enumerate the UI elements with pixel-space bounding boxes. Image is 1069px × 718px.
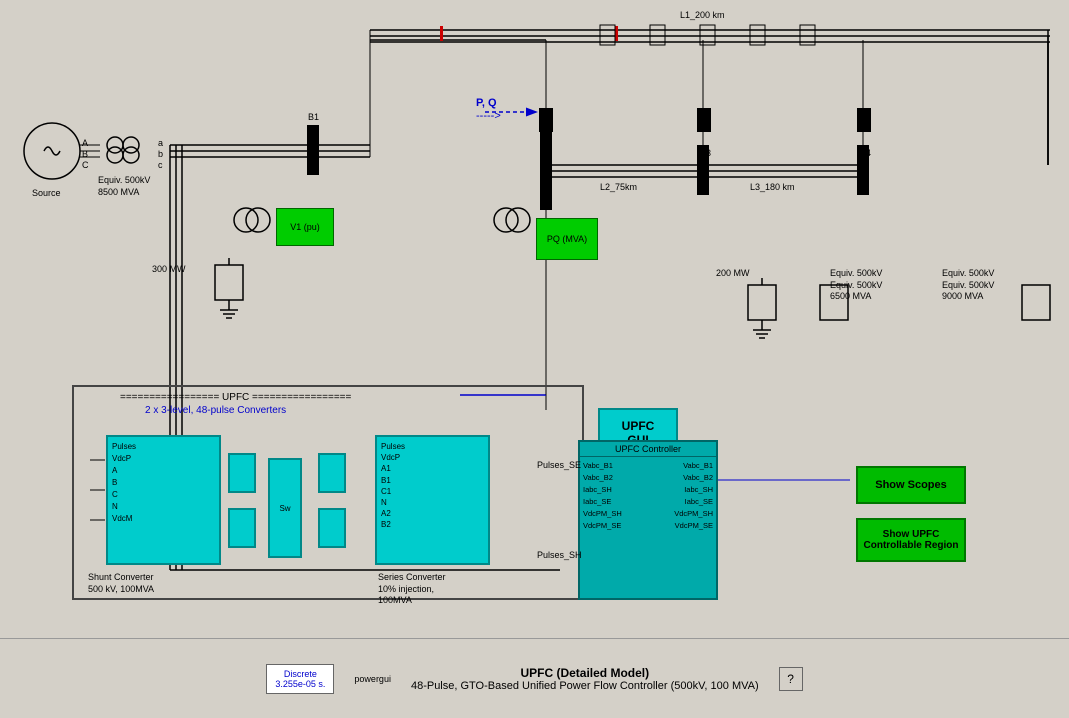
vdcpm-se-out-label: VdcPM_SE xyxy=(675,520,713,532)
pulses-sh-label: Pulses_SH xyxy=(537,550,582,560)
shunt-c-label: C xyxy=(112,489,215,501)
shunt-a-label: A xyxy=(112,465,215,477)
b3-label: B3 xyxy=(700,148,711,158)
equiv-500kv-9000-label: Equiv. 500kVEquiv. 500kV9000 MVA xyxy=(942,268,994,303)
upfc-controller-title: UPFC Controller xyxy=(580,442,716,457)
vabc-b1-in-label: Vabc_B1 xyxy=(583,460,613,472)
powergui-value: 3.255e-05 s. xyxy=(275,679,325,689)
shunt-conv-label: Shunt Converter500 kV, 100MVA xyxy=(88,572,154,595)
upfc-controller-block: UPFC Controller Vabc_B1 Vabc_B1 Vabc_B2 … xyxy=(578,440,718,600)
trans-b-label: b xyxy=(158,149,163,159)
series-a2-label: A2 xyxy=(381,508,484,519)
trans-c-label: c xyxy=(158,160,163,170)
powergui-discrete-label: Discrete xyxy=(275,669,325,679)
b2-label: B2 xyxy=(540,185,551,195)
iabc-se-in-label: Iabc_SE xyxy=(583,496,611,508)
series-conv-label: Series Converter10% injection,100MVA xyxy=(378,572,446,607)
series-converter-block: Pulses VdcP A1 B1 C1 N A2 B2 xyxy=(375,435,490,565)
cap-block-2 xyxy=(228,508,256,548)
series-a1-label: A1 xyxy=(381,463,484,474)
title-line1: UPFC (Detailed Model) xyxy=(411,666,759,680)
vdcpm-se-in-label: VdcPM_SE xyxy=(583,520,621,532)
show-scopes-button[interactable]: Show Scopes xyxy=(856,466,966,504)
source-b-label: B xyxy=(82,149,88,159)
iabc-sh-in-label: Iabc_SH xyxy=(583,484,612,496)
help-button[interactable]: ? xyxy=(779,667,803,691)
iabc-se-out-label: Iabc_SE xyxy=(685,496,713,508)
show-upfc-controllable-button[interactable]: Show UPFCControllable Region xyxy=(856,518,966,562)
cap-block-4 xyxy=(318,508,346,548)
iabc-sh-out-label: Iabc_SH xyxy=(684,484,713,496)
vabc-b1-out-label: Vabc_B1 xyxy=(683,460,713,472)
shunt-vdcm-label: VdcM xyxy=(112,513,215,525)
series-n-label: N xyxy=(381,497,484,508)
b1-label: B1 xyxy=(308,112,319,122)
cap-block-1 xyxy=(228,453,256,493)
b4-label: B4 xyxy=(860,148,871,158)
mw-300-label: 300 MW xyxy=(152,264,186,274)
vabc-b2-in-label: Vabc_B2 xyxy=(583,472,613,484)
equiv-500kv-8500-label: Equiv. 500kV8500 MVA xyxy=(98,175,150,198)
diagram-title: UPFC (Detailed Model) 48-Pulse, GTO-Base… xyxy=(411,666,759,692)
show-upfc-label: Show UPFCControllable Region xyxy=(864,529,959,551)
pq-mva-display: PQ (MVA) xyxy=(536,218,598,260)
powergui-name: powergui xyxy=(354,674,391,684)
l1-200km-label: L1_200 km xyxy=(680,10,725,20)
vdcpm-sh-in-label: VdcPM_SH xyxy=(583,508,622,520)
cap-block-3 xyxy=(318,453,346,493)
l2-75km-label: L2_75km xyxy=(600,182,637,192)
upfc-subtitle: 2 x 3-level, 48-pulse Converters xyxy=(145,405,286,416)
source-a-label: A xyxy=(82,138,88,148)
sw-label: Sw xyxy=(279,504,290,513)
upfc-title: ================= UPFC ================= xyxy=(120,392,351,403)
show-scopes-label: Show Scopes xyxy=(875,479,947,491)
powergui-box[interactable]: Discrete 3.255e-05 s. xyxy=(266,664,334,694)
trans-a-label: a xyxy=(158,138,163,148)
bottom-bar: Discrete 3.255e-05 s. powergui UPFC (Det… xyxy=(0,638,1069,718)
series-vdcp-label: VdcP xyxy=(381,452,484,463)
sw-block: Sw xyxy=(268,458,302,558)
pq-label: P, Q xyxy=(476,97,497,109)
source-label: Source xyxy=(32,188,61,198)
series-b1-label: B1 xyxy=(381,475,484,486)
series-c1-label: C1 xyxy=(381,486,484,497)
equiv-500kv-6500-label: Equiv. 500kVEquiv. 500kV6500 MVA xyxy=(830,268,882,303)
title-line2: 48-Pulse, GTO-Based Unified Power Flow C… xyxy=(411,680,759,692)
l3-180km-label: L3_180 km xyxy=(750,182,795,192)
vabc-b2-out-label: Vabc_B2 xyxy=(683,472,713,484)
mw-200-label: 200 MW xyxy=(716,268,750,278)
shunt-n-label: N xyxy=(112,501,215,513)
series-pulses-label: Pulses xyxy=(381,441,484,452)
main-container: Source Equiv. 500kV8500 MVA P, Q -----> … xyxy=(0,0,1069,718)
v1-pu-display: V1 (pu) xyxy=(276,208,334,246)
pulses-se-label: Pulses_SE xyxy=(537,460,581,470)
series-b2-label: B2 xyxy=(381,519,484,530)
vdcpm-sh-out-label: VdcPM_SH xyxy=(674,508,713,520)
shunt-converter-block: Pulses VdcP A B C N VdcM xyxy=(106,435,221,565)
source-c-label: C xyxy=(82,160,89,170)
shunt-pulses-label: Pulses xyxy=(112,441,215,453)
diagram-area: Source Equiv. 500kV8500 MVA P, Q -----> … xyxy=(0,0,1069,638)
question-mark: ? xyxy=(787,672,794,686)
shunt-vdcp-label: VdcP xyxy=(112,453,215,465)
shunt-b-label: B xyxy=(112,477,215,489)
pq-arrow: -----> xyxy=(476,110,501,122)
